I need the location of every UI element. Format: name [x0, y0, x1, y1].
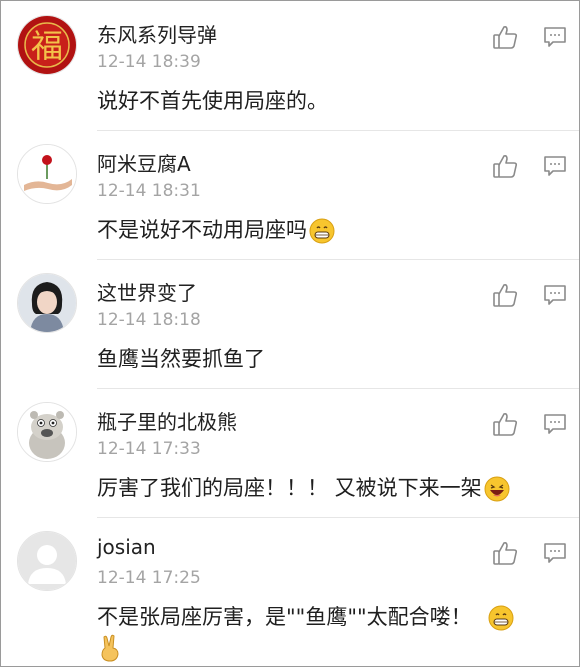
thumbs-up-icon: [493, 26, 518, 49]
comment-item: 这世界变了 12-14 18:18 鱼鹰当然要抓鱼了: [1, 259, 579, 388]
reply-button[interactable]: [543, 413, 567, 435]
username[interactable]: 这世界变了: [97, 277, 197, 306]
comment-text-row: 厉害了我们的局座！！！ 又被说下来一架: [97, 472, 559, 502]
comment-text: 说好不首先使用局座的。: [97, 89, 328, 113]
timestamp: 12-14 17:33: [97, 439, 201, 459]
reply-button[interactable]: [543, 155, 567, 177]
timestamp: 12-14 18:18: [97, 310, 201, 330]
comment-item: 阿米豆腐A 12-14 18:31 不是说好不动用局座吗: [1, 130, 579, 259]
username[interactable]: josian: [97, 535, 156, 559]
like-button[interactable]: [491, 410, 519, 438]
like-button[interactable]: [491, 281, 519, 309]
comment-item: josian 12-14 17:25 不是张局座厉害，是""鱼鹰""太配合喽！: [1, 517, 579, 662]
grinning-emoji: [488, 605, 514, 631]
reply-button[interactable]: [543, 284, 567, 306]
username[interactable]: 东风系列导弹: [97, 19, 217, 48]
comment-text-row: 不是说好不动用局座吗: [97, 214, 559, 244]
comment-icon: [544, 285, 566, 305]
cartoon-bear-avatar[interactable]: [17, 402, 77, 462]
comment-text: 不是说好不动用局座吗: [97, 218, 307, 242]
like-button[interactable]: [491, 539, 519, 567]
thumbs-up-icon: [493, 542, 518, 565]
comment-text: 鱼鹰当然要抓鱼了: [97, 347, 265, 371]
comment-icon: [544, 543, 566, 563]
grinning-emoji: [309, 218, 335, 244]
girl-portrait-avatar[interactable]: [17, 273, 77, 333]
timestamp: 12-14 17:25: [97, 568, 201, 588]
like-button[interactable]: [491, 152, 519, 180]
thumbs-up-icon: [493, 413, 518, 436]
thumbs-up-icon: [493, 284, 518, 307]
like-button[interactable]: [491, 23, 519, 51]
laughing-emoji: [484, 476, 510, 502]
rose-in-hand-avatar[interactable]: [17, 144, 77, 204]
comment-item: 福 东风系列导弹 12-14 18:39 说好不首先使用局座的。: [1, 1, 579, 130]
username[interactable]: 瓶子里的北极熊: [97, 406, 237, 435]
reply-button[interactable]: [543, 542, 567, 564]
username[interactable]: 阿米豆腐A: [97, 148, 191, 177]
timestamp: 12-14 18:31: [97, 181, 201, 201]
reply-button[interactable]: [543, 26, 567, 48]
svg-text:福: 福: [31, 27, 63, 65]
default-user-avatar[interactable]: [17, 531, 77, 591]
comment-item: 瓶子里的北极熊 12-14 17:33 厉害了我们的局座！！！ 又被说下来一架: [1, 388, 579, 517]
timestamp: 12-14 18:39: [97, 52, 201, 72]
comment-icon: [544, 156, 566, 176]
comment-list: 福 东风系列导弹 12-14 18:39 说好不首先使用局座的。 阿米豆腐A 1…: [1, 1, 579, 662]
thumbs-up-icon: [493, 155, 518, 178]
comment-icon: [544, 414, 566, 434]
comment-text: 不是张局座厉害，是""鱼鹰""太配合喽！: [97, 605, 472, 629]
comment-text: 厉害了我们的局座！！！ 又被说下来一架: [97, 476, 482, 500]
fu-character-avatar[interactable]: 福: [17, 15, 77, 75]
comment-text-row: 不是张局座厉害，是""鱼鹰""太配合喽！: [97, 601, 559, 631]
comment-icon: [544, 27, 566, 47]
victory-hand-emoji: [97, 633, 123, 667]
